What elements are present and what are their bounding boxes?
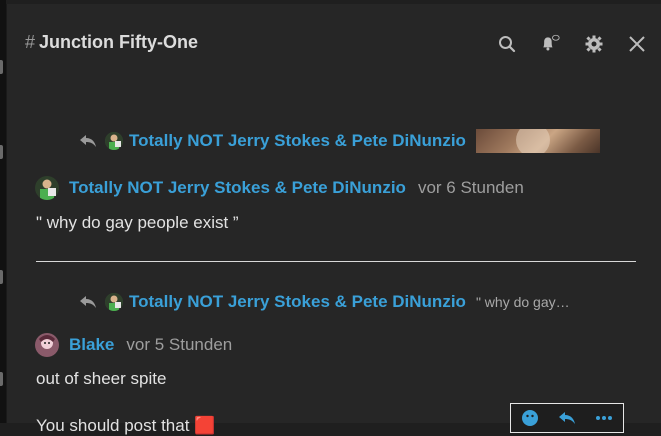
- unread-indicator: [0, 145, 3, 159]
- close-icon[interactable]: [627, 34, 647, 54]
- reply-reference[interactable]: Totally NOT Jerry Stokes & Pete DiNunzio…: [79, 290, 570, 314]
- message-hover-toolbar: [510, 403, 624, 433]
- thread-panel: # Junction Fifty-One Totally NOT Jerry St…: [6, 4, 661, 435]
- reply-author-link[interactable]: Totally NOT Jerry Stokes & Pete DiNunzio: [129, 292, 466, 312]
- unread-indicator: [0, 372, 3, 386]
- channel-title: # Junction Fifty-One: [25, 32, 198, 53]
- author-name[interactable]: Blake: [69, 335, 114, 355]
- hash-icon: #: [25, 32, 36, 52]
- message-divider: [36, 261, 636, 262]
- reply-arrow-icon: [80, 135, 96, 147]
- emoji-icon[interactable]: [519, 407, 541, 429]
- author-name[interactable]: Totally NOT Jerry Stokes & Pete DiNunzio: [69, 178, 406, 198]
- reply-snippet: " why do gay…: [475, 294, 570, 310]
- unread-indicator: [0, 270, 3, 284]
- message-list: Totally NOT Jerry Stokes & Pete DiNunzio…: [7, 82, 661, 435]
- thread-header: # Junction Fifty-One: [7, 4, 661, 82]
- reply-arrow-icon: [80, 296, 96, 308]
- search-icon[interactable]: [497, 34, 517, 54]
- unread-indicator: [0, 60, 3, 74]
- avatar[interactable]: [35, 176, 59, 200]
- message-header: Totally NOT Jerry Stokes & Pete DiNunzio…: [35, 175, 524, 201]
- avatar: [105, 132, 123, 150]
- message-text: You should post that 🟥: [36, 416, 216, 435]
- message-text: " why do gay people exist ”: [36, 213, 239, 232]
- message-timestamp: vor 6 Stunden: [417, 178, 524, 197]
- image-thumbnail[interactable]: [475, 129, 600, 153]
- message-timestamp: vor 5 Stunden: [126, 335, 233, 354]
- reply-icon[interactable]: [556, 407, 578, 429]
- reply-reference[interactable]: Totally NOT Jerry Stokes & Pete DiNunzio: [79, 129, 600, 153]
- more-icon[interactable]: [593, 407, 615, 429]
- message-text: out of sheer spite: [36, 369, 167, 388]
- message-header: Blake vor 5 Stunden: [35, 332, 232, 358]
- avatar: [105, 293, 123, 311]
- bell-icon[interactable]: [540, 34, 560, 54]
- avatar[interactable]: [35, 333, 59, 357]
- reply-author-link[interactable]: Totally NOT Jerry Stokes & Pete DiNunzio: [129, 131, 466, 151]
- gear-icon[interactable]: [584, 34, 604, 54]
- channel-name: Junction Fifty-One: [39, 32, 199, 52]
